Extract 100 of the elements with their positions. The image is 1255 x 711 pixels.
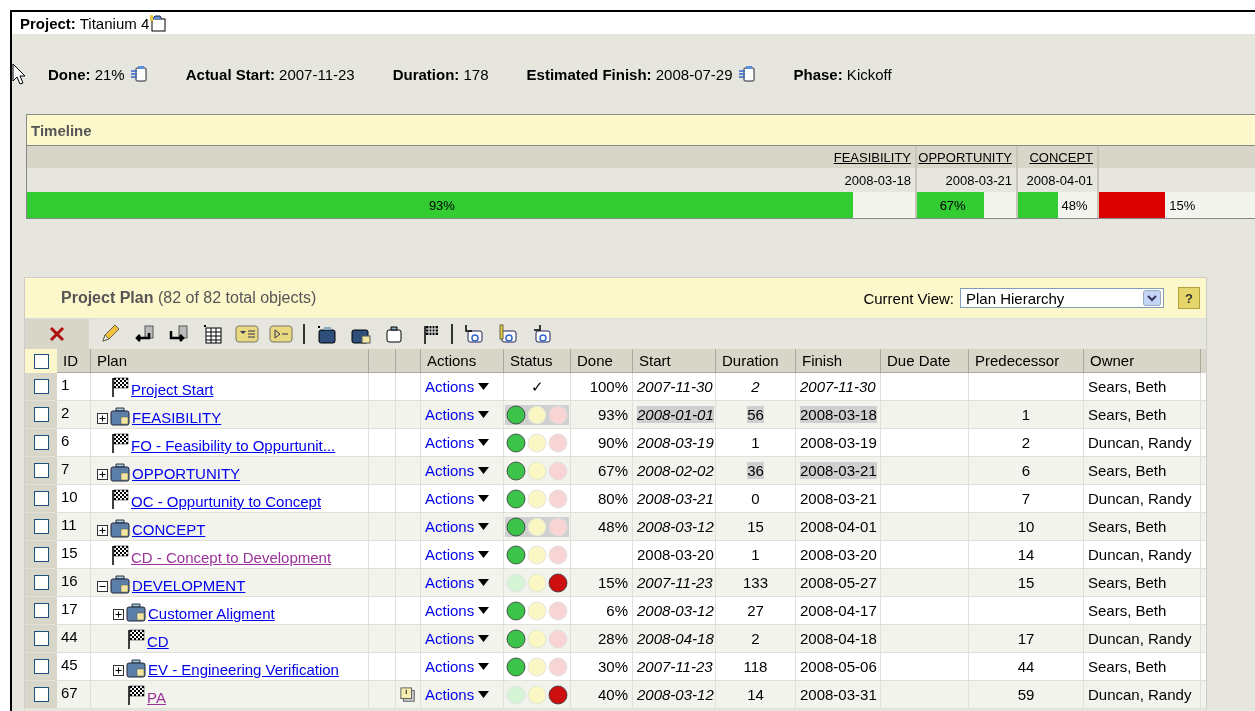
checkered-flag-icon <box>112 544 129 565</box>
row-checkbox[interactable] <box>33 463 49 478</box>
plan-link[interactable]: CONCEPT <box>132 521 206 538</box>
progress-percent: 93% <box>427 197 455 213</box>
actions-menu[interactable]: Actions <box>425 406 490 423</box>
table-cell: Duncan, Randy <box>1088 630 1192 647</box>
row-checkbox[interactable] <box>33 519 49 534</box>
table-cell: 2008-05-06 <box>800 658 877 675</box>
help-button[interactable]: ? <box>1178 287 1200 309</box>
plan-link[interactable]: OC - Oppurtunity to Concept <box>131 493 322 510</box>
expand-icon[interactable] <box>97 525 108 536</box>
table-cell: 6 <box>1021 462 1031 479</box>
table-cell: 7 <box>1021 490 1031 507</box>
table-icon[interactable] <box>201 323 225 345</box>
table-cell: 1 <box>751 434 760 451</box>
table-cell: 56 <box>747 406 764 423</box>
table-cell: 15 <box>747 518 764 535</box>
plan-link[interactable]: CD <box>147 633 169 650</box>
actions-menu[interactable]: Actions <box>425 686 490 703</box>
table-cell: 16 <box>61 572 78 589</box>
table-cell: Duncan, Randy <box>1088 686 1192 703</box>
table-cell: 36 <box>747 462 764 479</box>
phase-link[interactable]: OPPORTUNITY <box>918 149 1012 165</box>
select-all-checkbox[interactable] <box>33 353 49 369</box>
row-checkbox[interactable] <box>33 491 49 506</box>
caret-icon <box>478 467 490 474</box>
checkered-flag-icon <box>128 684 145 705</box>
plan-link[interactable]: Customer Aligment <box>148 605 275 622</box>
table-cell: 59 <box>1017 686 1035 703</box>
table-cell: 2008-03-19 <box>800 434 877 451</box>
table-cell: 6 <box>61 432 70 449</box>
table-cell: 10 <box>61 488 78 505</box>
expand-icon[interactable] <box>113 665 124 676</box>
actions-menu[interactable]: Actions <box>425 658 490 675</box>
clipboard-icon[interactable] <box>129 65 148 83</box>
caret-icon <box>478 579 490 586</box>
plan-link[interactable]: DEVELOPMENT <box>132 577 246 594</box>
table-cell: Duncan, Randy <box>1088 434 1192 451</box>
table-cell: 2008-04-18 <box>800 630 877 647</box>
view-select[interactable]: Plan Hierarchy <box>960 288 1164 308</box>
phase-date: 2008-03-21 <box>945 172 1012 188</box>
clipboard-icon[interactable] <box>737 65 756 83</box>
table-cell: 2008-03-21 <box>800 490 877 507</box>
table-cell: 44 <box>1017 658 1035 675</box>
table-cell: 48% <box>597 518 628 535</box>
actions-menu[interactable]: Actions <box>425 546 490 563</box>
actions-menu[interactable]: Actions <box>425 518 490 535</box>
delete-icon[interactable] <box>48 325 66 343</box>
expand-icon[interactable] <box>113 609 124 620</box>
actions-menu[interactable]: Actions <box>425 490 490 507</box>
timeline-title: Timeline <box>31 121 92 139</box>
table-cell: 2007-11-23 <box>637 574 713 591</box>
panel-title: Project Plan (82 of 82 total objects) <box>61 289 318 307</box>
table-cell: 2008-03-31 <box>800 686 877 703</box>
view-label: Current View: <box>863 289 954 307</box>
table-cell: 2008-03-12 <box>637 602 714 619</box>
plan-link[interactable]: EV - Engineering Verification <box>148 661 339 678</box>
row-checkbox[interactable] <box>33 435 49 450</box>
table-cell: Duncan, Randy <box>1088 490 1192 507</box>
plan-link[interactable]: FO - Feasibility to Oppurtunit... <box>131 437 336 454</box>
plan-link[interactable]: PA <box>147 689 166 706</box>
row-checkbox[interactable] <box>33 603 49 618</box>
plan-link[interactable]: Project Start <box>131 381 214 398</box>
row-checkbox[interactable] <box>33 659 49 674</box>
plan-link[interactable]: CD - Concept to Development <box>131 549 332 566</box>
play-icon[interactable] <box>269 323 293 345</box>
stat-text: Estimated Finish: 2008-07-29 <box>526 65 733 83</box>
phase-link[interactable]: FEASIBILITY <box>833 149 911 165</box>
actions-menu[interactable]: Actions <box>425 434 490 451</box>
caret-icon <box>478 663 490 670</box>
phase-link[interactable]: CONCEPT <box>1029 149 1093 165</box>
table-cell: 17 <box>61 600 78 617</box>
row-checkbox[interactable] <box>33 407 49 422</box>
briefcase-add-icon[interactable] <box>315 323 339 345</box>
actions-menu[interactable]: Actions <box>425 574 490 591</box>
actions-menu[interactable]: Actions <box>425 630 490 647</box>
table-cell: Sears, Beth <box>1088 518 1167 535</box>
folder-icon[interactable] <box>149 14 168 32</box>
expand-icon[interactable] <box>97 413 108 424</box>
actions-menu[interactable]: Actions <box>425 378 490 395</box>
collapse-icon[interactable] <box>97 581 108 592</box>
expand-icon[interactable] <box>97 469 108 480</box>
stat-text: Phase: Kickoff <box>793 65 892 83</box>
plan-link[interactable]: FEASIBILITY <box>132 409 222 426</box>
actions-menu[interactable]: Actions <box>425 602 490 619</box>
row-checkbox[interactable] <box>33 687 49 702</box>
row-checkbox[interactable] <box>33 379 49 394</box>
row-checkbox[interactable] <box>33 547 49 562</box>
actions-menu[interactable]: Actions <box>425 462 490 479</box>
table-cell: Sears, Beth <box>1088 658 1167 675</box>
table-cell: 2 <box>1021 434 1031 451</box>
table-cell: 17 <box>1017 630 1035 647</box>
table-cell: 67 <box>61 684 78 701</box>
list-icon[interactable] <box>235 323 259 345</box>
plan-link[interactable]: OPPORTUNITY <box>132 465 241 482</box>
row-checkbox[interactable] <box>33 575 49 590</box>
note-icon[interactable] <box>400 685 416 704</box>
table-cell: 133 <box>743 574 768 591</box>
row-checkbox[interactable] <box>33 631 49 646</box>
table-cell: 118 <box>743 658 768 675</box>
